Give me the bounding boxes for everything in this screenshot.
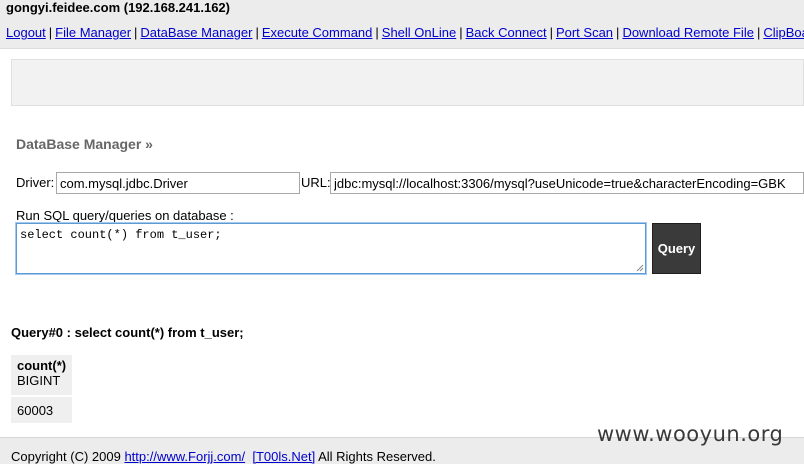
rights-text: All Rights Reserved.: [315, 449, 436, 464]
nav-separator: |: [48, 25, 53, 40]
url-input[interactable]: [330, 172, 804, 194]
nav-port-scan[interactable]: Port Scan: [556, 25, 613, 40]
nav-download-remote-file[interactable]: Download Remote File: [622, 25, 754, 40]
section-title: DataBase Manager »: [16, 136, 153, 152]
sql-label: Run SQL query/queries on database :: [16, 208, 234, 223]
nav-menu: Logout | File Manager | DataBase Manager | Exe…: [6, 25, 804, 40]
column-header: count(*) BIGINT: [11, 355, 73, 395]
nav-logout[interactable]: Logout: [6, 25, 46, 40]
sql-query-textarea[interactable]: select count(*) from t_user;: [15, 222, 647, 275]
nav-file-manager[interactable]: File Manager: [55, 25, 131, 40]
query-result-heading: Query#0 : select count(*) from t_user;: [11, 325, 244, 340]
nav-execute-command[interactable]: Execute Command: [262, 25, 373, 40]
resize-grip-icon[interactable]: [636, 264, 644, 272]
table-cell: 60003: [11, 395, 73, 423]
nav-separator: |: [459, 25, 463, 40]
t00ls-link[interactable]: [T00ls.Net]: [252, 449, 315, 464]
table-row: 60003: [11, 395, 73, 423]
result-table: count(*) BIGINT 60003: [11, 355, 73, 423]
driver-input[interactable]: [56, 172, 300, 194]
watermark: www.wooyun.org: [597, 422, 784, 446]
nav-separator: |: [255, 25, 259, 40]
host-title: gongyi.feidee.com (192.168.241.162): [6, 0, 230, 15]
nav-shell-online[interactable]: Shell OnLine: [382, 25, 456, 40]
info-panel: [11, 59, 804, 106]
nav-separator: |: [756, 25, 761, 40]
nav-database-manager[interactable]: DataBase Manager: [140, 25, 252, 40]
driver-label: Driver:: [16, 175, 55, 190]
url-label: URL:: [301, 175, 331, 190]
table-header-row: count(*) BIGINT: [11, 355, 73, 395]
column-name: count(*): [17, 358, 67, 373]
nav-clipboard[interactable]: ClipBoard: [763, 25, 804, 40]
footer-text: Copyright (C) 2009 http://www.Forjj.com/…: [11, 449, 436, 464]
copyright-text: Copyright (C) 2009: [11, 449, 125, 464]
nav-back-connect[interactable]: Back Connect: [466, 25, 547, 40]
query-button[interactable]: Query: [652, 223, 701, 274]
column-type: BIGINT: [17, 373, 61, 388]
nav-separator: |: [549, 25, 553, 40]
nav-separator: |: [375, 25, 379, 40]
nav-separator: |: [134, 25, 138, 40]
top-bar: gongyi.feidee.com (192.168.241.162) Logo…: [0, 0, 804, 49]
forjj-link[interactable]: http://www.Forjj.com/: [124, 449, 245, 464]
